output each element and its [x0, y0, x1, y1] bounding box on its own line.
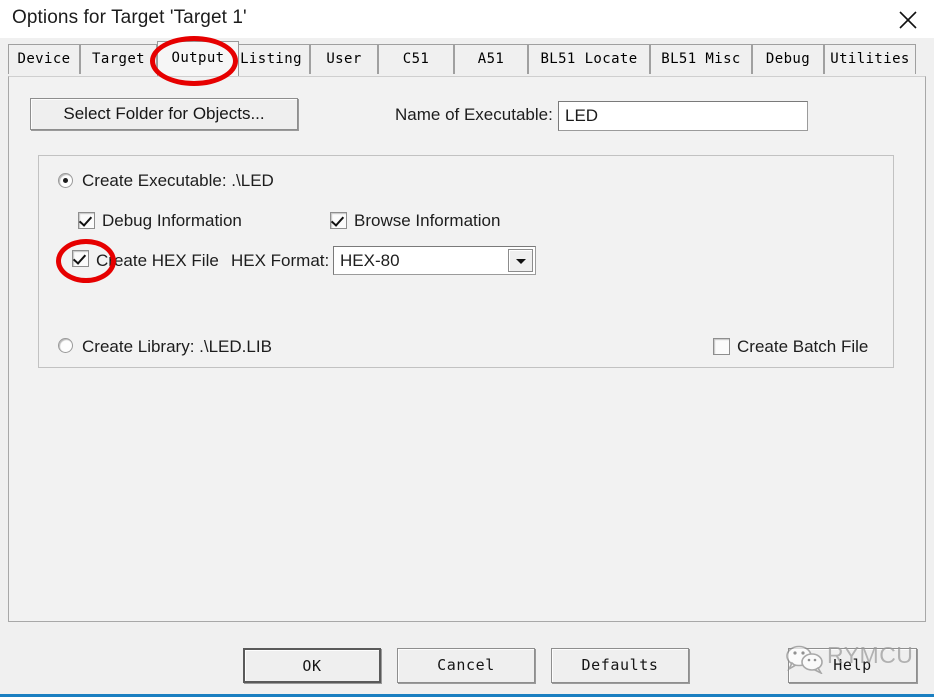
hex-format-combobox[interactable]: HEX-80: [333, 246, 536, 275]
chevron-down-icon[interactable]: [508, 249, 533, 272]
create-executable-radio[interactable]: [58, 173, 73, 188]
hex-format-selected-value: HEX-80: [340, 251, 400, 270]
create-hex-file-checkbox[interactable]: [72, 250, 89, 267]
tab-target[interactable]: Target: [80, 44, 157, 74]
create-executable-label: Create Executable: .\LED: [82, 171, 274, 190]
ok-button[interactable]: OK: [243, 648, 381, 683]
options-dialog: Options for Target 'Target 1' Device Tar…: [0, 0, 934, 697]
close-button[interactable]: [882, 0, 934, 38]
tab-listing[interactable]: Listing: [232, 44, 310, 74]
debug-information-label: Debug Information: [102, 211, 242, 230]
hex-format-label: HEX Format:: [231, 251, 330, 270]
help-button[interactable]: Help: [788, 648, 917, 683]
tab-bl51-misc[interactable]: BL51 Misc: [650, 44, 752, 74]
tab-debug[interactable]: Debug: [752, 44, 824, 74]
page-title: Options for Target 'Target 1': [12, 7, 247, 28]
tab-utilities[interactable]: Utilities: [824, 44, 916, 74]
tab-bl51-locate[interactable]: BL51 Locate: [528, 44, 650, 74]
name-of-executable-label: Name of Executable:: [395, 105, 553, 124]
tab-user[interactable]: User: [310, 44, 378, 74]
create-library-label: Create Library: .\LED.LIB: [82, 337, 272, 356]
cancel-button[interactable]: Cancel: [397, 648, 535, 683]
debug-information-checkbox[interactable]: [78, 212, 95, 229]
select-folder-for-objects-button[interactable]: Select Folder for Objects...: [30, 98, 298, 130]
create-hex-file-label: Create HEX File: [96, 251, 219, 270]
tab-device[interactable]: Device: [8, 44, 80, 74]
create-batch-file-checkbox[interactable]: [713, 338, 730, 355]
tab-a51[interactable]: A51: [454, 44, 528, 74]
tab-strip: Device Target Output Listing User C51 A5…: [0, 38, 934, 79]
create-library-radio[interactable]: [58, 338, 73, 353]
create-batch-file-label: Create Batch File: [737, 337, 869, 356]
browse-information-checkbox[interactable]: [330, 212, 347, 229]
defaults-button[interactable]: Defaults: [551, 648, 689, 683]
name-of-executable-input[interactable]: [558, 101, 808, 131]
tab-output[interactable]: Output: [157, 41, 239, 76]
title-bar: Options for Target 'Target 1': [0, 0, 934, 38]
browse-information-label: Browse Information: [354, 211, 501, 230]
tab-c51[interactable]: C51: [378, 44, 454, 74]
